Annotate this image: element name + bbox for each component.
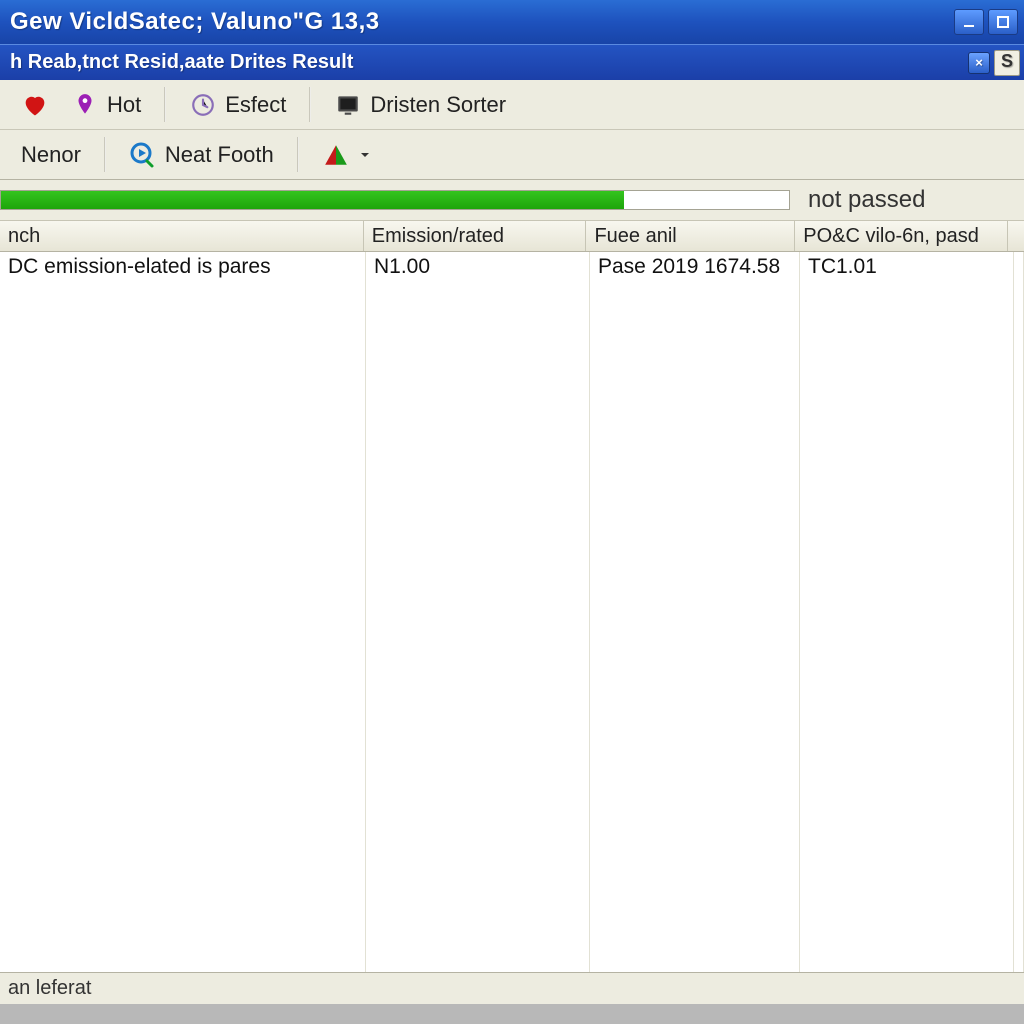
clock-icon: [189, 91, 217, 119]
heart-button[interactable]: [10, 86, 60, 124]
toolbar-separator: [309, 87, 311, 121]
doc-close-button[interactable]: ×: [968, 52, 990, 74]
esfect-label: Esfect: [225, 92, 286, 118]
progress-status-text: not passed: [790, 186, 925, 214]
toolbar-separator: [164, 87, 166, 121]
play-search-icon: [129, 141, 157, 169]
maximize-button[interactable]: [988, 9, 1018, 35]
results-grid[interactable]: DC emission-elated is pares N1.00 Pase 2…: [0, 252, 1024, 972]
toolbar-separator: [297, 137, 299, 171]
minimize-button[interactable]: [954, 9, 984, 35]
cell: DC emission-elated is pares: [0, 255, 366, 279]
window-title: Gew VicldSatec; Valuno"G 13,3: [10, 8, 954, 36]
heart-icon: [21, 91, 49, 119]
document-title: h Reab,tnct Resid,aate Drites Result: [10, 51, 968, 74]
toolbar-separator: [104, 137, 106, 171]
progress-row: not passed: [0, 180, 1024, 220]
window-buttons: [954, 9, 1018, 35]
column-header[interactable]: Fuee anil: [586, 221, 795, 251]
triangle-icon: [322, 141, 350, 169]
progress-fill: [1, 191, 624, 209]
pin-hot-button[interactable]: Hot: [60, 86, 152, 124]
neatfooth-label: Neat Footh: [165, 142, 274, 168]
cell: Pase 2019 1674.58: [590, 255, 800, 279]
sorter-label: Dristen Sorter: [370, 92, 506, 118]
secondary-toolbar: Nenor Neat Footh: [0, 130, 1024, 180]
table-row[interactable]: DC emission-elated is pares N1.00 Pase 2…: [0, 252, 1024, 282]
hot-label: Hot: [107, 92, 141, 118]
column-header[interactable]: PO&C vilo-6n, pasd: [795, 221, 1008, 251]
status-text: an leferat: [8, 977, 91, 1000]
column-header[interactable]: nch: [0, 221, 364, 251]
cell: TC1.01: [800, 255, 1014, 279]
doc-s-button[interactable]: S: [994, 50, 1020, 76]
neat-footh-button[interactable]: Neat Footh: [118, 136, 285, 174]
table-header-row: nch Emission/rated Fuee anil PO&C vilo-6…: [0, 220, 1024, 252]
map-pin-icon: [71, 91, 99, 119]
nenor-button[interactable]: Nenor: [10, 136, 92, 174]
document-titlebar: h Reab,tnct Resid,aate Drites Result × S: [0, 44, 1024, 80]
document-controls: × S: [968, 50, 1020, 76]
progress-bar: [0, 190, 790, 210]
dristen-sorter-button[interactable]: Dristen Sorter: [323, 86, 517, 124]
status-bar: an leferat: [0, 972, 1024, 1004]
column-header[interactable]: Emission/rated: [364, 221, 587, 251]
triangle-dropdown-button[interactable]: [311, 136, 383, 174]
window-titlebar: Gew VicldSatec; Valuno"G 13,3: [0, 0, 1024, 44]
chevron-down-icon: [358, 141, 372, 169]
cell: N1.00: [366, 255, 590, 279]
monitor-icon: [334, 91, 362, 119]
main-toolbar: Hot Esfect Dristen Sorter: [0, 80, 1024, 130]
nenor-label: Nenor: [21, 142, 81, 168]
esfect-button[interactable]: Esfect: [178, 86, 297, 124]
column-header[interactable]: [1008, 221, 1024, 251]
